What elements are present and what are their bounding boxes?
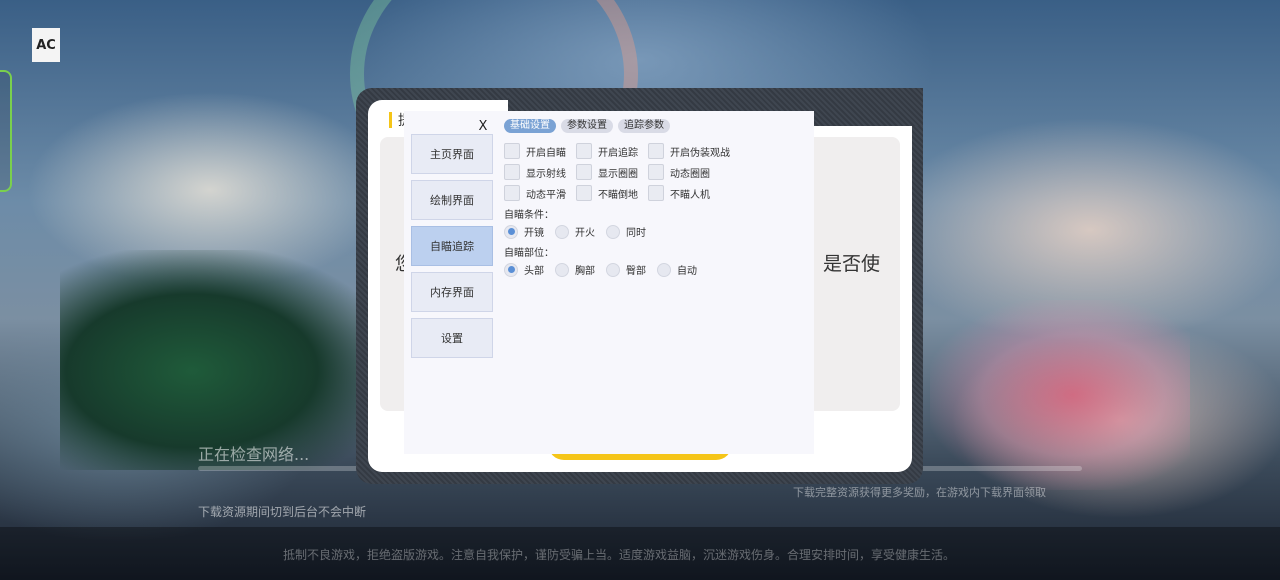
floating-side-handle[interactable]	[0, 70, 12, 192]
checkbox-box[interactable]	[576, 164, 592, 180]
checkbox-box[interactable]	[648, 164, 664, 180]
loading-status: 正在检查网络...	[198, 445, 310, 464]
sidebar-item-draw[interactable]: 绘制界面	[411, 180, 493, 220]
radio-label: 自动	[677, 266, 697, 277]
checkbox-ignore-bots[interactable]: 不瞄人机	[648, 185, 710, 201]
radio-label: 头部	[524, 266, 544, 277]
checkbox-dynamic-smooth[interactable]: 动态平滑	[504, 185, 566, 201]
checkbox-label: 动态圈圈	[670, 168, 710, 180]
tab-parameter-settings[interactable]: 参数设置	[561, 119, 613, 133]
checkbox-box[interactable]	[576, 143, 592, 159]
green-character-art	[60, 250, 390, 470]
radio-part-head[interactable]: 头部	[504, 262, 544, 277]
sidebar-item-home[interactable]: 主页界面	[411, 134, 493, 174]
aim-condition-label: 自瞄条件：	[504, 210, 554, 221]
tab-basic-settings[interactable]: 基础设置	[504, 119, 556, 133]
checkbox-label: 开启追踪	[598, 147, 638, 159]
pink-character-art	[930, 300, 1190, 490]
checkbox-show-ray[interactable]: 显示射线	[504, 164, 566, 180]
radio-button[interactable]	[555, 224, 569, 239]
ac-logo: AC	[32, 28, 60, 62]
checkbox-open-aim[interactable]: 开启自瞄	[504, 143, 566, 159]
radio-condition-both[interactable]: 同时	[606, 224, 646, 239]
checkbox-dynamic-circle[interactable]: 动态圈圈	[648, 164, 710, 180]
radio-label: 开镜	[524, 228, 544, 239]
radio-part-chest[interactable]: 胸部	[555, 262, 595, 277]
background-download-notice: 下载资源期间切到后台不会中断	[198, 505, 367, 519]
dialog-title-accent	[389, 112, 392, 128]
radio-button[interactable]	[555, 262, 569, 277]
tab-tracking-parameters[interactable]: 追踪参数	[618, 119, 670, 133]
radio-part-hip[interactable]: 臀部	[606, 262, 646, 277]
checkbox-label: 显示圈圈	[598, 168, 638, 180]
checkbox-disguise-spectate[interactable]: 开启伪装观战	[648, 143, 730, 159]
checkbox-label: 开启自瞄	[526, 147, 566, 159]
checkbox-box[interactable]	[648, 185, 664, 201]
sidebar-item-aim-tracking[interactable]: 自瞄追踪	[411, 226, 493, 266]
dialog-message-end: 是否使	[823, 253, 881, 275]
radio-button[interactable]	[504, 262, 518, 277]
menu-sidebar: 主页界面 绘制界面 自瞄追踪 内存界面 设置	[411, 134, 495, 364]
close-menu-button[interactable]: X	[476, 119, 490, 134]
ac-logo-text: AC	[36, 37, 56, 53]
radio-label: 胸部	[575, 266, 595, 277]
checkbox-label: 开启伪装观战	[670, 147, 730, 159]
radio-label: 开火	[575, 228, 595, 239]
checkbox-show-circle[interactable]: 显示圈圈	[576, 164, 638, 180]
radio-button[interactable]	[606, 224, 620, 239]
full-download-reward-notice: 下载完整资源获得更多奖励，在游戏内下载界面领取	[793, 486, 1046, 499]
radio-part-auto[interactable]: 自动	[657, 262, 697, 277]
radio-condition-scope[interactable]: 开镜	[504, 224, 544, 239]
radio-condition-fire[interactable]: 开火	[555, 224, 595, 239]
checkbox-box[interactable]	[504, 164, 520, 180]
checkbox-label: 不瞄倒地	[598, 189, 638, 201]
aim-part-label: 自瞄部位：	[504, 248, 554, 259]
checkbox-box[interactable]	[504, 143, 520, 159]
radio-label: 同时	[626, 228, 646, 239]
radio-button[interactable]	[657, 262, 671, 277]
checkbox-box[interactable]	[648, 143, 664, 159]
checkbox-label: 不瞄人机	[670, 189, 710, 201]
checkbox-box[interactable]	[504, 185, 520, 201]
checkbox-ignore-downed[interactable]: 不瞄倒地	[576, 185, 638, 201]
sidebar-item-memory[interactable]: 内存界面	[411, 272, 493, 312]
sidebar-item-settings[interactable]: 设置	[411, 318, 493, 358]
checkbox-open-tracking[interactable]: 开启追踪	[576, 143, 638, 159]
radio-button[interactable]	[606, 262, 620, 277]
radio-button[interactable]	[504, 224, 518, 239]
menu-tabs: 基础设置 参数设置 追踪参数	[504, 119, 670, 133]
checkbox-box[interactable]	[576, 185, 592, 201]
radio-label: 臀部	[626, 266, 646, 277]
checkbox-label: 显示射线	[526, 168, 566, 180]
checkbox-label: 动态平滑	[526, 189, 566, 201]
health-game-notice: 抵制不良游戏，拒绝盗版游戏。注意自我保护，谨防受骗上当。适度游戏益脑，沉迷游戏伤…	[283, 548, 956, 562]
